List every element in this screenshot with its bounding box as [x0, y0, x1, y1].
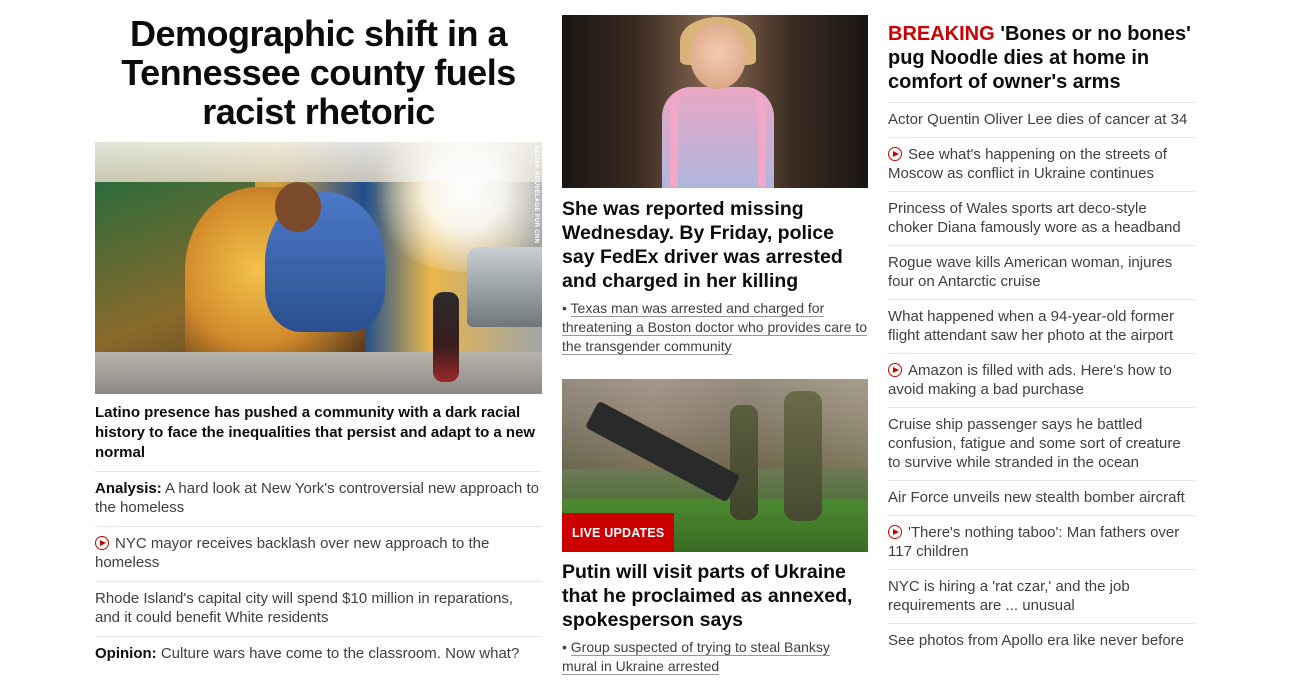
play-video-icon — [95, 536, 109, 550]
list-item[interactable]: 'There's nothing taboo': Man fathers ove… — [888, 516, 1195, 570]
item-text: Rogue wave kills American woman, injures… — [888, 254, 1173, 290]
left-story-list: Analysis: A hard look at New York's cont… — [95, 472, 542, 672]
right-column: BREAKING 'Bones or no bones' pug Noodle … — [888, 0, 1195, 658]
lead-headline[interactable]: Demographic shift in a Tennessee county … — [95, 14, 542, 138]
story-image[interactable] — [562, 15, 868, 188]
item-text: Cruise ship passenger says he battled co… — [888, 416, 1181, 471]
item-text: NYC is hiring a 'rat czar,' and the job … — [888, 578, 1130, 614]
story-image[interactable]: LIVE UPDATES — [562, 379, 868, 552]
story-headline[interactable]: Putin will visit parts of Ukraine that h… — [562, 560, 868, 632]
related-link-text: Texas man was arrested and charged for t… — [562, 300, 868, 355]
sidewalk — [95, 352, 542, 394]
item-text: Rhode Island's capital city will spend $… — [95, 590, 514, 626]
story-headline[interactable]: She was reported missing Wednesday. By F… — [562, 197, 868, 293]
play-video-icon — [888, 147, 902, 161]
list-item[interactable]: Air Force unveils new stealth bomber air… — [888, 481, 1195, 516]
runner-figure — [433, 292, 459, 382]
list-item[interactable]: Actor Quentin Oliver Lee dies of cancer … — [888, 103, 1195, 138]
list-item[interactable]: NYC mayor receives backlash over new app… — [95, 527, 542, 582]
item-text: See what's happening on the streets of M… — [888, 146, 1167, 182]
item-text: See photos from Apollo era like never be… — [888, 632, 1185, 649]
soldier-figure — [784, 391, 822, 521]
parked-car — [467, 247, 542, 327]
soldier-figure — [730, 405, 758, 520]
item-text: 'There's nothing taboo': Man fathers ove… — [888, 524, 1180, 560]
list-item[interactable]: Rhode Island's capital city will spend $… — [95, 582, 542, 637]
related-link-text: Group suspected of trying to steal Banks… — [562, 639, 830, 675]
item-label: Analysis: — [95, 480, 162, 497]
right-story-list: Actor Quentin Oliver Lee dies of cancer … — [888, 103, 1195, 658]
list-item[interactable]: Princess of Wales sports art deco-style … — [888, 192, 1195, 246]
item-text: Princess of Wales sports art deco-style … — [888, 200, 1181, 236]
bullet: • — [562, 639, 571, 655]
mural-figure-head — [275, 182, 321, 232]
item-text: Air Force unveils new stealth bomber air… — [888, 489, 1185, 506]
item-label: Opinion: — [95, 645, 157, 662]
item-text: Actor Quentin Oliver Lee dies of cancer … — [888, 111, 1188, 128]
lead-image[interactable]: ELIJAH NOUVELAGE FOR CNN — [95, 142, 542, 394]
breaking-headline[interactable]: BREAKING 'Bones or no bones' pug Noodle … — [888, 22, 1195, 103]
list-item[interactable]: See photos from Apollo era like never be… — [888, 624, 1195, 658]
left-column: Demographic shift in a Tennessee county … — [95, 0, 542, 672]
list-item[interactable]: Opinion: Culture wars have come to the c… — [95, 637, 542, 672]
item-text: Culture wars have come to the classroom.… — [156, 645, 520, 662]
item-text: Amazon is filled with ads. Here's how to… — [888, 362, 1172, 398]
backpack-straps — [670, 87, 766, 187]
breaking-flag: BREAKING — [888, 23, 995, 45]
photo-credit: ELIJAH NOUVELAGE FOR CNN — [533, 146, 539, 244]
live-updates-badge: LIVE UPDATES — [562, 513, 675, 552]
list-item[interactable]: NYC is hiring a 'rat czar,' and the job … — [888, 570, 1195, 624]
play-video-icon — [888, 525, 902, 539]
lead-description[interactable]: Latino presence has pushed a community w… — [95, 403, 542, 472]
play-video-icon — [888, 363, 902, 377]
bullet: • — [562, 300, 571, 316]
list-item[interactable]: Cruise ship passenger says he battled co… — [888, 408, 1195, 481]
list-item[interactable]: Rogue wave kills American woman, injures… — [888, 246, 1195, 300]
list-item[interactable]: What happened when a 94-year-old former … — [888, 300, 1195, 354]
middle-column: She was reported missing Wednesday. By F… — [562, 0, 868, 676]
related-link[interactable]: • Texas man was arrested and charged for… — [562, 299, 868, 356]
item-text: NYC mayor receives backlash over new app… — [95, 535, 490, 571]
related-link[interactable]: • Group suspected of trying to steal Ban… — [562, 638, 868, 676]
image-face — [690, 23, 746, 89]
list-item[interactable]: Amazon is filled with ads. Here's how to… — [888, 354, 1195, 408]
list-item[interactable]: See what's happening on the streets of M… — [888, 138, 1195, 192]
list-item[interactable]: Analysis: A hard look at New York's cont… — [95, 472, 542, 527]
item-text: What happened when a 94-year-old former … — [888, 308, 1174, 344]
item-text: A hard look at New York's controversial … — [95, 480, 539, 516]
